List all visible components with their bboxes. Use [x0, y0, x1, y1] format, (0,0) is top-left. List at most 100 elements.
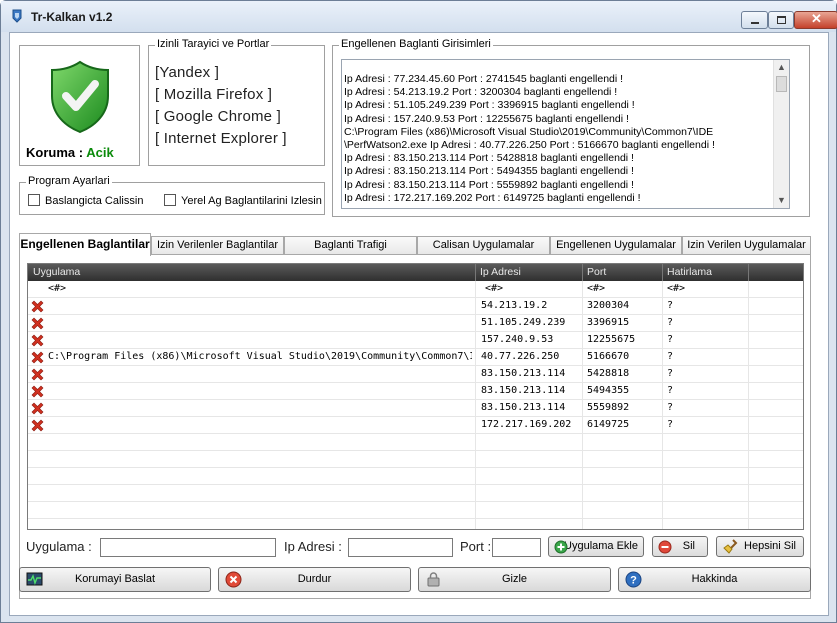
cell-port: 3200304: [587, 300, 630, 311]
log-scrollbar[interactable]: ▲ ▼: [773, 60, 789, 208]
cell-remember: ?: [667, 317, 674, 328]
cell-port: 5494355: [587, 385, 630, 396]
table-row[interactable]: 83.150.213.114 5494355?: [28, 383, 803, 400]
column-header-port[interactable]: Port: [587, 266, 606, 278]
add-app-label: Uygulama Ekle: [564, 540, 638, 552]
log-line: Ip Adresi : 51.105.249.239 Port : 339691…: [344, 99, 635, 112]
monitor-pulse-icon: [26, 572, 43, 586]
program-settings-panel: Program Ayarlari Baslangicta Calissin Ye…: [19, 175, 325, 215]
about-button[interactable]: ? Hakkinda: [618, 567, 811, 592]
tab-connection-traffic[interactable]: Baglanti Trafigi: [284, 236, 417, 255]
start-protection-label: Korumayi Baslat: [74, 573, 156, 585]
app-input-label: Uygulama :: [26, 539, 92, 554]
tab-strip: Engellenen Baglantilar Izin Verilenler B…: [19, 233, 811, 256]
checkbox-box[interactable]: [164, 194, 176, 206]
delete-button[interactable]: Sil: [652, 536, 708, 557]
log-line: \PerfWatson2.exe Ip Adresi : 40.77.226.2…: [344, 139, 715, 152]
close-button[interactable]: ✕: [794, 11, 837, 29]
app-input[interactable]: [100, 538, 276, 557]
title-bar[interactable]: Tr-Kalkan v1.2 ✕: [1, 1, 837, 32]
table-row[interactable]: C:\Program Files (x86)\Microsoft Visual …: [28, 349, 803, 366]
tab-allowed-connections[interactable]: Izin Verilenler Baglantilar: [151, 236, 284, 255]
blocked-x-icon: [31, 317, 44, 330]
log-line: Ip Adresi : 83.150.213.114 Port : 555989…: [344, 178, 634, 191]
cell-ip: 83.150.213.114: [481, 368, 566, 379]
port-input[interactable]: [492, 538, 541, 557]
blocked-x-icon: [31, 334, 44, 347]
ip-input[interactable]: [348, 538, 453, 557]
log-line: Ip Adresi : 77.234.45.60 Port : 2741545 …: [344, 73, 624, 85]
minimize-button[interactable]: [741, 11, 768, 29]
column-header-remember[interactable]: Hatirlama: [667, 266, 712, 278]
stop-label: Durdur: [297, 573, 332, 585]
stop-button[interactable]: Durdur: [218, 567, 411, 592]
cell-port: 12255675: [587, 334, 636, 345]
grid-header: Uygulama Ip Adresi Port Hatirlama: [28, 264, 803, 281]
status-label: Koruma: [26, 145, 76, 160]
scroll-down-icon[interactable]: ▼: [777, 194, 786, 207]
tab-blocked-apps[interactable]: Engellenen Uygulamalar: [550, 236, 682, 255]
column-header-app[interactable]: Uygulama: [33, 266, 80, 278]
blocked-x-icon: [31, 385, 44, 398]
empty-row: [28, 434, 803, 451]
maximize-icon: [777, 16, 786, 24]
blocked-x-icon: [31, 368, 44, 381]
log-line: Ip Adresi : 157.240.9.53 Port : 12255675…: [344, 112, 629, 125]
start-protection-button[interactable]: Korumayi Baslat: [19, 567, 211, 592]
window-title: Tr-Kalkan v1.2: [31, 10, 113, 24]
tab-allowed-apps[interactable]: Izin Verilen Uygulamalar: [682, 236, 811, 255]
grid-new-row[interactable]: <#> <#> <#> <#>: [28, 281, 803, 298]
table-row[interactable]: 51.105.249.239 3396915?: [28, 315, 803, 332]
delete-all-label: Hepsini Sil: [744, 540, 796, 552]
broom-icon: [723, 539, 738, 554]
cell-ip: 40.77.226.250: [481, 351, 560, 362]
startup-checkbox[interactable]: Baslangicta Calissin: [28, 194, 143, 207]
tab-running-apps[interactable]: Calisan Uygulamalar: [417, 236, 550, 255]
browser-list: [Yandex ] [ Mozilla Firefox ] [ Google C…: [155, 64, 287, 152]
empty-row: [28, 451, 803, 468]
cell-port: 5166670: [587, 351, 630, 362]
cell-ip: 54.213.19.2: [481, 300, 548, 311]
table-row[interactable]: 157.240.9.53 12255675?: [28, 332, 803, 349]
table-row[interactable]: 83.150.213.114 5559892?: [28, 400, 803, 417]
tab-content: Uygulama Ip Adresi Port Hatirlama <#> <#…: [19, 254, 811, 599]
cell-remember: ?: [667, 334, 674, 345]
blocked-connections-grid[interactable]: Uygulama Ip Adresi Port Hatirlama <#> <#…: [27, 263, 804, 530]
tab-blocked-connections[interactable]: Engellenen Baglantilar: [19, 233, 151, 256]
table-row[interactable]: 83.150.213.114 5428818?: [28, 366, 803, 383]
cell-port: 3396915: [587, 317, 630, 328]
checkbox-box[interactable]: [28, 194, 40, 206]
stop-icon: [225, 571, 242, 588]
allowed-browsers-panel: Izinli Tarayici ve Portlar [Yandex ] [ M…: [148, 38, 325, 166]
log-line: C:\Program Files (x86)\Microsoft Visual …: [344, 125, 714, 138]
status-separator: :: [78, 145, 84, 160]
program-settings-legend: Program Ayarlari: [26, 175, 112, 187]
add-app-button[interactable]: Uygulama Ekle: [548, 536, 644, 557]
log-line: Ip Adresi : 83.150.213.114 Port : 542881…: [344, 152, 634, 165]
app-window: Tr-Kalkan v1.2 ✕ Koruma : Acik Izinli Ta…: [0, 0, 837, 623]
lan-monitor-checkbox[interactable]: Yerel Ag Baglantilarini Izlesin: [164, 194, 322, 207]
delete-label: Sil: [682, 540, 695, 552]
column-header-ip[interactable]: Ip Adresi: [480, 266, 521, 278]
log-line: Ip Adresi : 172.217.169.202 Port : 61497…: [344, 191, 641, 204]
column-separator: [582, 264, 583, 281]
hide-button[interactable]: Gizle: [418, 567, 611, 592]
table-row[interactable]: 172.217.169.202 6149725?: [28, 417, 803, 434]
cell-remember: ?: [667, 402, 674, 413]
cell-ip: 83.150.213.114: [481, 402, 566, 413]
empty-row: [28, 468, 803, 485]
table-row[interactable]: 54.213.19.2 3200304?: [28, 298, 803, 315]
delete-icon: [658, 540, 672, 554]
cell-port: 5428818: [587, 368, 630, 379]
maximize-button[interactable]: [768, 11, 794, 29]
empty-row: [28, 485, 803, 502]
minimize-icon: [751, 22, 759, 24]
cell-ip: 172.217.169.202: [481, 419, 572, 430]
scroll-thumb[interactable]: [776, 76, 787, 92]
blocked-log-textbox[interactable]: Ip Adresi : 77.234.45.60 Port : 2741545 …: [341, 59, 790, 209]
delete-all-button[interactable]: Hepsini Sil: [716, 536, 804, 557]
blocked-x-icon: [31, 419, 44, 432]
cell-placeholder: <#>: [667, 283, 686, 294]
scroll-up-icon[interactable]: ▲: [777, 61, 786, 74]
blocked-x-icon: [31, 402, 44, 415]
